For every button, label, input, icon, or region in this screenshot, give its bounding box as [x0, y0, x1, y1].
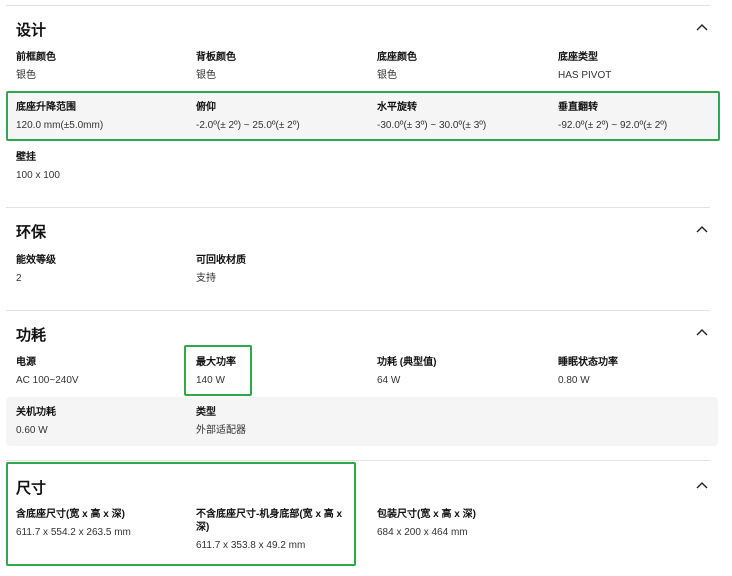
- spec-back-color: 背板颜色 银色: [196, 51, 236, 82]
- section-title-design[interactable]: 设计: [16, 19, 46, 40]
- divider: [6, 460, 710, 461]
- section-title-power[interactable]: 功耗: [16, 324, 46, 345]
- spec-off-power: 关机功耗 0.60 W: [16, 406, 56, 437]
- spec-power-supply: 电源 AC 100~240V: [16, 356, 79, 387]
- spec-value: 外部适配器: [196, 425, 246, 436]
- spec-typical-power: 功耗 (典型值) 64 W: [377, 356, 436, 387]
- spec-value: 银色: [377, 70, 397, 81]
- spec-package-size: 包装尺寸(宽 x 高 x 深) 684 x 200 x 464 mm: [377, 508, 476, 539]
- spec-value: 0.60 W: [16, 425, 48, 436]
- chevron-up-icon[interactable]: [695, 480, 709, 490]
- spec-value: 银色: [16, 70, 36, 81]
- section-title-eco[interactable]: 环保: [16, 221, 46, 242]
- spec-stand-color: 底座颜色 银色: [377, 51, 417, 82]
- divider: [6, 5, 710, 6]
- spec-label: 底座类型: [558, 52, 598, 63]
- highlight-box: [6, 91, 720, 141]
- spec-value: AC 100~240V: [16, 375, 79, 386]
- highlight-box: [184, 345, 252, 396]
- spec-label: 底座颜色: [377, 52, 417, 63]
- spec-value: 0.80 W: [558, 375, 590, 386]
- spec-label: 功耗 (典型值): [377, 357, 437, 368]
- spec-label: 电源: [16, 357, 36, 368]
- spec-label: 能效等级: [16, 255, 56, 266]
- spec-value: 银色: [196, 70, 216, 81]
- spec-label: 可回收材质: [196, 255, 246, 266]
- chevron-up-icon[interactable]: [695, 327, 709, 337]
- spec-label: 包装尺寸(宽 x 高 x 深): [377, 509, 476, 520]
- spec-label: 前框颜色: [16, 52, 56, 63]
- spec-label: 背板颜色: [196, 52, 236, 63]
- spec-label: 类型: [196, 407, 216, 418]
- spec-value: HAS PIVOT: [558, 70, 612, 81]
- spec-adapter-type: 类型 外部适配器: [196, 406, 246, 437]
- spec-page: 设计 前框颜色 银色 背板颜色 银色 底座颜色 银色 底座类型 HAS PIVO…: [0, 0, 732, 576]
- spec-sleep-power: 睡眠状态功率 0.80 W: [558, 356, 618, 387]
- divider: [6, 207, 710, 208]
- spec-value: 684 x 200 x 464 mm: [377, 527, 468, 538]
- spec-energy-class: 能效等级 2: [16, 254, 56, 285]
- spec-front-bezel-color: 前框颜色 银色: [16, 51, 56, 82]
- spec-value: 100 x 100: [16, 170, 60, 181]
- spec-value: 2: [16, 273, 22, 284]
- spec-label: 关机功耗: [16, 407, 56, 418]
- spec-value: 支持: [196, 273, 216, 284]
- chevron-up-icon[interactable]: [695, 224, 709, 234]
- spec-label: 睡眠状态功率: [558, 357, 618, 368]
- chevron-up-icon[interactable]: [695, 22, 709, 32]
- spec-wall-mount: 壁挂 100 x 100: [16, 151, 60, 182]
- spec-recyclable: 可回收材质 支持: [196, 254, 246, 285]
- divider: [6, 310, 710, 311]
- highlight-box: [6, 462, 356, 566]
- spec-stand-type: 底座类型 HAS PIVOT: [558, 51, 611, 82]
- spec-value: 64 W: [377, 375, 401, 386]
- spec-label: 壁挂: [16, 152, 36, 163]
- spec-row-shaded: [6, 397, 718, 446]
